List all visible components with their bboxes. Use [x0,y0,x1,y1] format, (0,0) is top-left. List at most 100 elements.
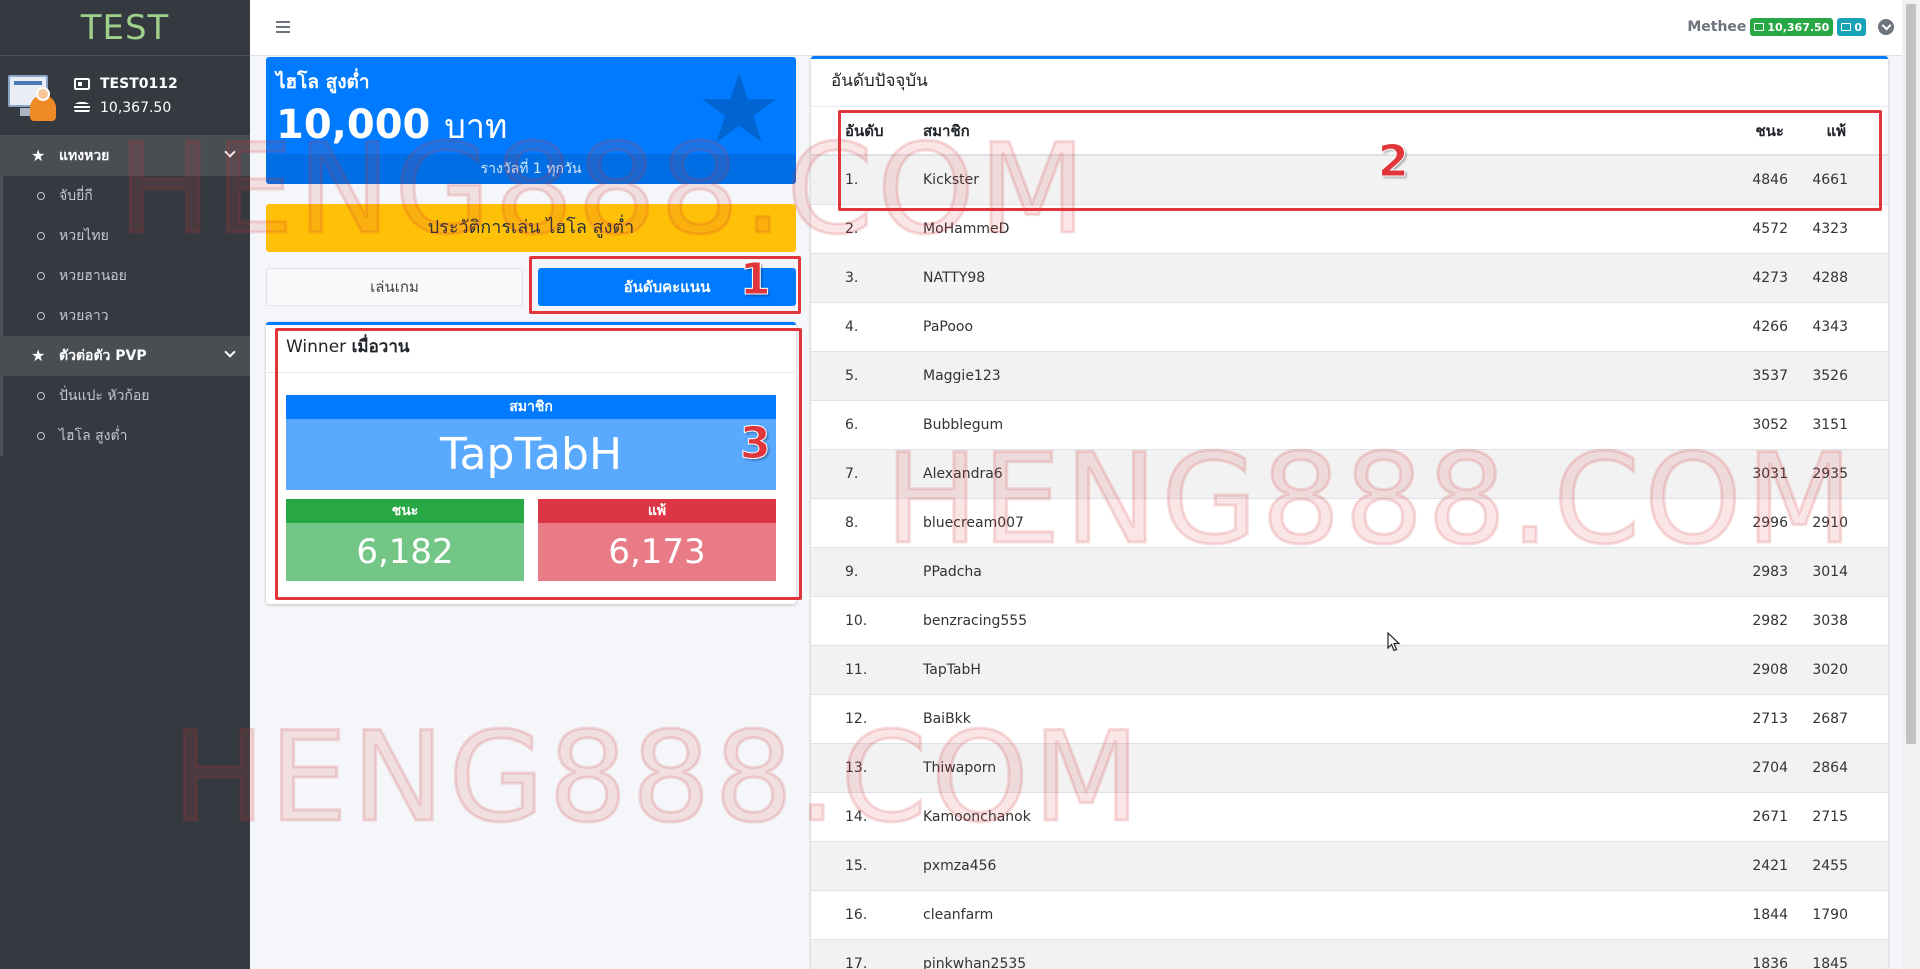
sidebar-section-lottery[interactable]: ★ แทงหวย [0,136,250,176]
chevron-down-icon [224,146,236,158]
lose-cell: 3526 [1792,350,1888,400]
table-row: 2. MoHammeD 4572 4323 [811,203,1888,253]
user-id: TEST0112 [100,75,178,92]
win-cell: 2713 [1698,693,1792,743]
rank-cell: 7. [811,448,923,498]
rank-cell: 12. [811,693,923,743]
sidebar-section-label: แทงหวย [59,148,110,164]
rank-cell: 10. [811,595,923,645]
member-cell: PPadcha [923,546,1698,596]
member-cell: MoHammeD [923,203,1698,253]
lose-cell: 3151 [1792,399,1888,449]
sidebar-item-label: ปั่นแปะ หัวก้อย [59,388,150,404]
table-row: 14. Kamoonchanok 2671 2715 [811,791,1888,841]
sidebar-item-label: จับยี่กี [59,188,93,204]
rank-cell: 11. [811,644,923,694]
win-cell: 3537 [1698,350,1792,400]
sidebar-item-label: หวยไทย [59,228,109,244]
circle-icon [37,192,45,200]
rank-cell: 15. [811,840,923,890]
circle-icon [37,312,45,320]
member-cell: cleanfarm [923,889,1698,939]
sidebar: TEST TEST0112 10,367.50 ★ แทงหวย จับยี่ก… [0,0,250,969]
chevron-down-circle-icon[interactable] [1878,19,1894,35]
table-row: 6. Bubblegum 3052 3151 [811,399,1888,449]
play-history-button[interactable]: ประวัติการเล่น ไฮโล สูงต่ำ [266,204,796,252]
rank-cell: 8. [811,497,923,547]
scrollbar-thumb[interactable] [1906,4,1916,744]
money-icon [1841,23,1852,31]
rank-cell: 3. [811,252,923,302]
chevron-down-icon [224,346,236,358]
rank-cell: 16. [811,889,923,939]
sidebar-item-label: หวยฮานอย [59,268,127,284]
star-icon: ★ [31,346,46,365]
win-cell: 2996 [1698,497,1792,547]
annotation-number-2: 2 [1378,136,1410,188]
sidebar-item-hilo[interactable]: ไฮโล สูงต่ำ [0,416,250,456]
win-cell: 1836 [1698,938,1792,969]
lose-cell: 2715 [1792,791,1888,841]
sidebar-item-hanoi-lottery[interactable]: หวยฮานอย [0,256,250,296]
table-row: 3. NATTY98 4273 4288 [811,252,1888,302]
sidebar-section-label: ตัวต่อตัว PVP [59,348,147,364]
tab-play-game[interactable]: เล่นเกม [266,268,523,306]
lose-cell: 3038 [1792,595,1888,645]
page-scrollbar[interactable] [1902,0,1920,969]
win-cell: 2704 [1698,742,1792,792]
member-cell: BaiBkk [923,693,1698,743]
win-cell: 1844 [1698,889,1792,939]
lose-cell: 3020 [1792,644,1888,694]
game-title: ไฮโล สูงต่ำ [276,71,370,93]
coins-icon [74,101,90,114]
win-cell: 4572 [1698,203,1792,253]
win-cell: 2908 [1698,644,1792,694]
sidebar-item-yeekee[interactable]: จับยี่กี [0,176,250,216]
ranking-title: อันดับปัจจุบัน [811,59,1888,107]
lose-cell: 2910 [1792,497,1888,547]
annotation-box-2 [838,110,1882,211]
win-cell: 4266 [1698,301,1792,351]
credit-badge: 10,367.50 [1750,18,1834,36]
lose-cell: 4323 [1792,203,1888,253]
user-menu[interactable]: Methee 10,367.50 0 [1687,18,1894,36]
win-cell: 2982 [1698,595,1792,645]
member-cell: NATTY98 [923,252,1698,302]
rank-cell: 5. [811,350,923,400]
win-cell: 3052 [1698,399,1792,449]
rank-cell: 4. [811,301,923,351]
lose-cell: 2687 [1792,693,1888,743]
rank-cell: 14. [811,791,923,841]
secondary-badge: 0 [1837,18,1866,36]
sidebar-item-coin-flip[interactable]: ปั่นแปะ หัวก้อย [0,376,250,416]
member-cell: Alexandra6 [923,448,1698,498]
win-cell: 2671 [1698,791,1792,841]
brand-logo[interactable]: TEST [0,0,250,56]
rank-cell: 6. [811,399,923,449]
member-cell: benzracing555 [923,595,1698,645]
top-navbar: Methee 10,367.50 0 [250,0,1902,56]
menu-toggle-icon[interactable] [276,21,290,33]
annotation-number-3: 3 [740,418,772,470]
sidebar-section-pvp[interactable]: ★ ตัวต่อตัว PVP [0,336,250,376]
table-row: 13. Thiwaporn 2704 2864 [811,742,1888,792]
username: Methee [1687,19,1747,35]
member-cell: PaPooo [923,301,1698,351]
rank-cell: 2. [811,203,923,253]
table-row: 9. PPadcha 2983 3014 [811,546,1888,596]
lose-cell: 4343 [1792,301,1888,351]
circle-icon [37,432,45,440]
lose-cell: 2455 [1792,840,1888,890]
rank-cell: 13. [811,742,923,792]
table-row: 10. benzracing555 2982 3038 [811,595,1888,645]
circle-icon [37,272,45,280]
table-row: 7. Alexandra6 3031 2935 [811,448,1888,498]
sidebar-item-thai-lottery[interactable]: หวยไทย [0,216,250,256]
table-row: 5. Maggie123 3537 3526 [811,350,1888,400]
table-row: 4. PaPooo 4266 4343 [811,301,1888,351]
star-icon: ★ [31,146,46,165]
circle-icon [37,232,45,240]
sidebar-item-lao-lottery[interactable]: หวยลาว [0,296,250,336]
rank-cell: 17. [811,938,923,969]
member-cell: Kamoonchanok [923,791,1698,841]
